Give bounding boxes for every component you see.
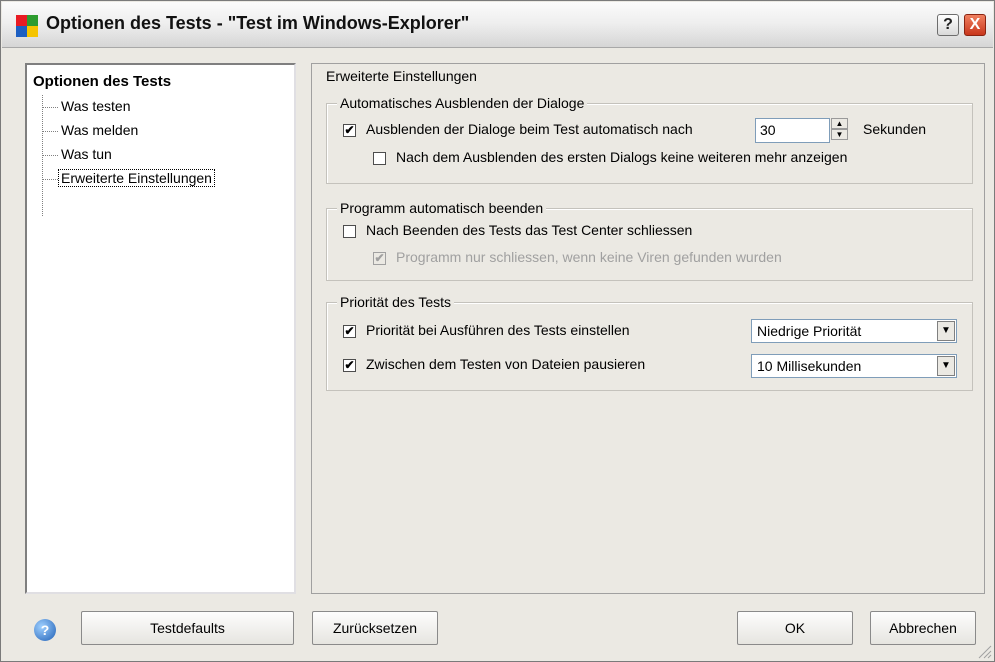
priority-select[interactable]: Niedrige Priorität ▼ bbox=[751, 319, 957, 343]
advanced-settings-title: Erweiterte Einstellungen bbox=[323, 68, 480, 84]
cancel-button[interactable]: Abbrechen bbox=[870, 611, 976, 645]
title-bar[interactable]: Optionen des Tests - "Test im Windows-Ex… bbox=[2, 2, 993, 48]
title-close-button[interactable]: X bbox=[964, 14, 986, 36]
tree-item-was-tun[interactable]: Was tun bbox=[61, 146, 112, 162]
chevron-down-icon[interactable]: ▼ bbox=[937, 356, 955, 376]
close-center-checkbox[interactable] bbox=[343, 225, 356, 238]
tree-connector-branch bbox=[42, 107, 58, 108]
only-no-virus-checkbox: ✔ bbox=[373, 251, 386, 265]
only-no-virus-label: Programm nur schliessen, wenn keine Vire… bbox=[396, 249, 782, 265]
close-center-label[interactable]: Nach Beenden des Tests das Test Center s… bbox=[366, 222, 692, 238]
priority-select-value: Niedrige Priorität bbox=[757, 323, 862, 339]
tree-item-erweiterte-einstellungen[interactable]: Erweiterte Einstellungen bbox=[58, 169, 215, 187]
set-priority-label[interactable]: Priorität bei Ausführen des Tests einste… bbox=[366, 322, 630, 338]
hide-dialogs-label[interactable]: Ausblenden der Dialoge beim Test automat… bbox=[366, 121, 693, 137]
pause-files-label[interactable]: Zwischen dem Testen von Dateien pausiere… bbox=[366, 356, 645, 372]
auto-exit-group: Programm automatisch beenden bbox=[326, 200, 973, 281]
no-more-dialogs-label[interactable]: Nach dem Ausblenden des ersten Dialogs k… bbox=[396, 149, 847, 165]
auto-hide-legend: Automatisches Ausblenden der Dialoge bbox=[337, 95, 588, 111]
help-icon[interactable]: ? bbox=[34, 619, 56, 641]
pause-select[interactable]: 10 Millisekunden ▼ bbox=[751, 354, 957, 378]
priority-legend: Priorität des Tests bbox=[337, 294, 455, 310]
tree-connector-branch bbox=[42, 131, 58, 132]
tree-connector-branch bbox=[42, 179, 58, 180]
windows-logo-icon bbox=[16, 15, 38, 37]
spin-down-icon[interactable]: ▼ bbox=[831, 129, 848, 140]
seconds-spinner[interactable]: ▲ ▼ bbox=[831, 118, 848, 140]
tree-root-label[interactable]: Optionen des Tests bbox=[33, 73, 171, 90]
spin-up-icon[interactable]: ▲ bbox=[831, 118, 848, 129]
auto-hide-group: Automatisches Ausblenden der Dialoge bbox=[326, 95, 973, 184]
no-more-dialogs-checkbox[interactable] bbox=[373, 152, 386, 165]
hide-dialogs-checkbox[interactable]: ✔ bbox=[343, 124, 356, 137]
set-priority-checkbox[interactable]: ✔ bbox=[343, 325, 356, 338]
tree-connector-branch bbox=[42, 155, 58, 156]
reset-button[interactable]: Zurücksetzen bbox=[312, 611, 438, 645]
seconds-unit-label: Sekunden bbox=[863, 121, 927, 137]
auto-exit-legend: Programm automatisch beenden bbox=[337, 200, 547, 216]
chevron-down-icon[interactable]: ▼ bbox=[937, 321, 955, 341]
testdefaults-button[interactable]: Testdefaults bbox=[81, 611, 294, 645]
window-title: Optionen des Tests - "Test im Windows-Ex… bbox=[46, 13, 470, 33]
ok-button[interactable]: OK bbox=[737, 611, 853, 645]
pause-files-checkbox[interactable]: ✔ bbox=[343, 359, 356, 372]
resize-grip-icon[interactable] bbox=[976, 643, 992, 659]
pause-select-value: 10 Millisekunden bbox=[757, 358, 862, 374]
tree-item-was-melden[interactable]: Was melden bbox=[61, 122, 138, 138]
options-tree[interactable]: Optionen des Tests Was testen Was melden… bbox=[25, 63, 296, 594]
options-dialog: Optionen des Tests - "Test im Windows-Ex… bbox=[0, 0, 995, 662]
title-help-button[interactable]: ? bbox=[937, 14, 959, 36]
seconds-input[interactable]: 30 bbox=[755, 118, 830, 143]
tree-item-was-testen[interactable]: Was testen bbox=[61, 98, 131, 114]
